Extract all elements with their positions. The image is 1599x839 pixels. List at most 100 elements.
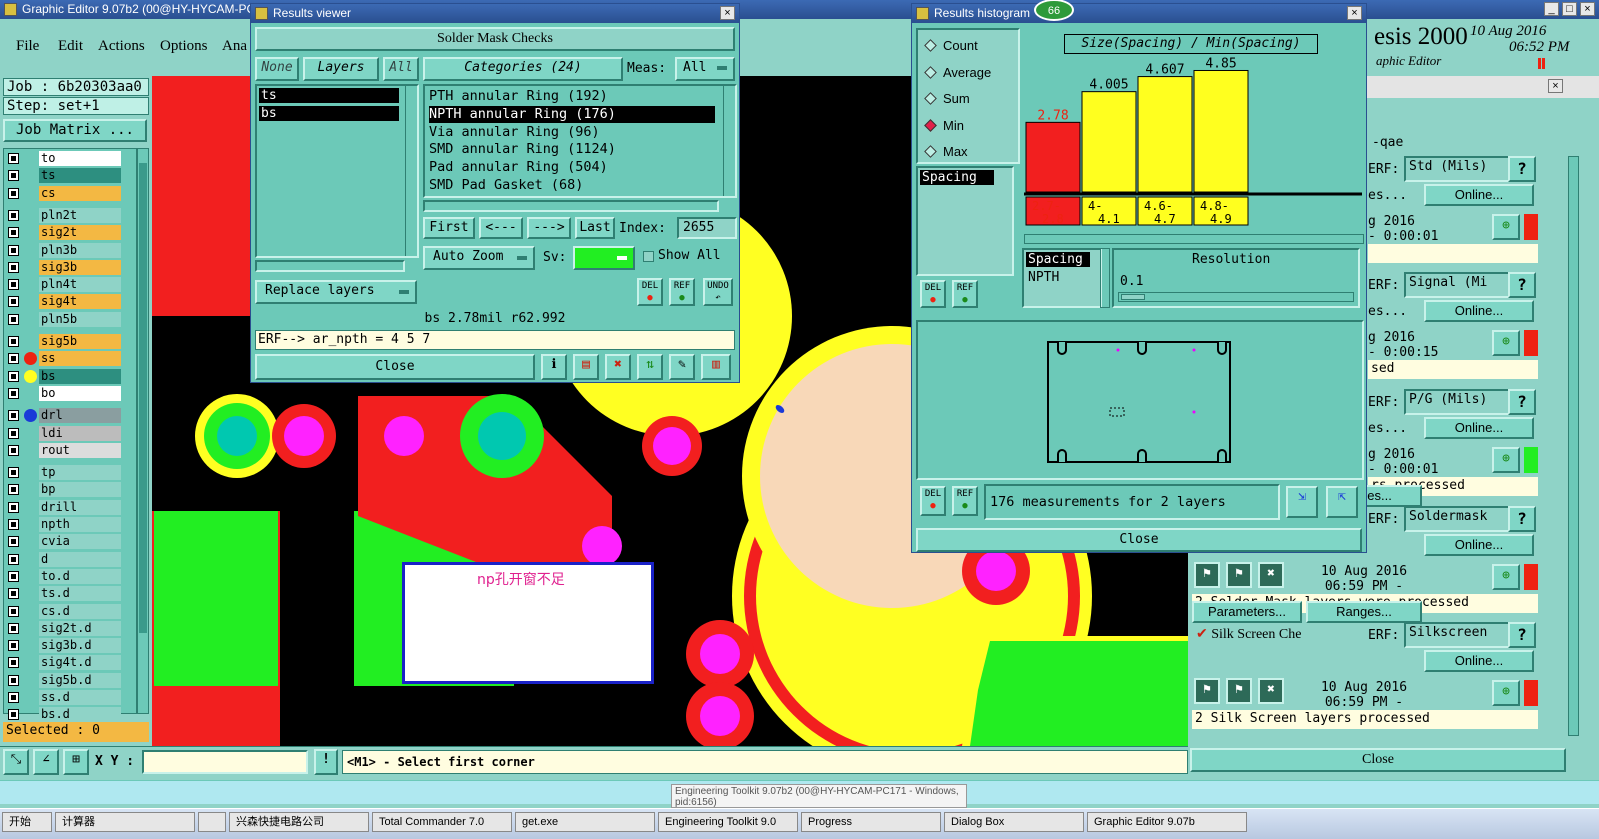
pause-icon[interactable] — [1538, 58, 1545, 69]
replace-layers-dropdown[interactable]: Replace layers — [255, 280, 417, 304]
silk-check-name[interactable]: ✔ Silk Screen Che — [1196, 626, 1301, 643]
layer-row-d[interactable]: d — [6, 551, 122, 567]
layer-row-sig5b.d[interactable]: sig5b.d — [6, 672, 122, 688]
stop-icon[interactable]: ✖ — [1258, 678, 1284, 704]
layer-row-rout[interactable]: rout — [6, 442, 122, 458]
spacing-scrollbar[interactable] — [1100, 248, 1110, 308]
taskbar-item[interactable]: Total Commander 7.0 — [372, 812, 512, 832]
radio-average[interactable]: Average — [924, 65, 991, 80]
online-button[interactable]: Online... — [1424, 300, 1534, 322]
layer-checkbox[interactable] — [8, 484, 19, 496]
none-button[interactable]: None — [255, 57, 299, 81]
spacing-npth-list[interactable]: Spacing NPTH — [1022, 248, 1102, 308]
checkmark-icon[interactable]: ✔ — [1196, 627, 1211, 642]
zoom-result-icon[interactable]: ⊕ — [1492, 680, 1520, 706]
radio-max[interactable]: Max — [924, 144, 968, 159]
alert-button[interactable]: ! — [314, 749, 338, 775]
online-button[interactable]: Online... — [1424, 534, 1534, 556]
spacing-item[interactable]: Spacing — [920, 170, 994, 185]
measure-tool-button[interactable]: ∠ — [33, 749, 59, 775]
layer-row-pln4t[interactable]: pln4t — [6, 277, 122, 293]
layer-checkbox[interactable] — [8, 244, 19, 256]
layer-checkbox[interactable] — [8, 501, 19, 513]
erf-value[interactable]: Silkscreen — [1404, 622, 1516, 648]
layer-checkbox[interactable] — [8, 709, 19, 721]
chart-hscroll[interactable] — [1024, 234, 1364, 244]
slider-thumb[interactable] — [1121, 294, 1145, 300]
layers-scrollbar[interactable] — [405, 86, 417, 256]
maximize-button[interactable]: □ — [1562, 2, 1577, 16]
layer-checkbox[interactable] — [8, 536, 19, 548]
layer-checkbox[interactable] — [8, 519, 19, 530]
close-checklist-button[interactable]: × — [1548, 79, 1563, 93]
auto-zoom-dropdown[interactable]: Auto Zoom — [423, 246, 535, 270]
layer-row-ss[interactable]: ss — [6, 351, 122, 367]
categories-hscroll[interactable] — [423, 200, 719, 212]
layer-checkbox[interactable] — [8, 444, 19, 456]
undo-button[interactable]: UNDO ↶ — [703, 278, 733, 306]
result-layers-list[interactable]: ts bs — [255, 84, 419, 258]
layer-row-sig4t.d[interactable]: sig4t.d — [6, 655, 122, 671]
taskbar-item[interactable]: 兴森快捷电路公司 — [229, 812, 369, 832]
layer-checkbox[interactable] — [8, 570, 19, 582]
zoom-result-icon[interactable]: ⊕ — [1492, 564, 1520, 590]
last-button[interactable]: Last — [575, 217, 615, 239]
category-item[interactable]: Pad annular Ring (504) — [429, 159, 608, 176]
layer-row-drl[interactable]: drl — [6, 408, 122, 424]
all-button[interactable]: All — [383, 57, 419, 81]
category-item[interactable]: SMD Pad Gasket (68) — [429, 177, 583, 194]
parameters-button[interactable]: Parameters... — [1192, 601, 1302, 623]
layer-row-npth[interactable]: npth — [6, 517, 122, 532]
layer-row-pln3b[interactable]: pln3b — [6, 242, 122, 258]
layer-checkbox[interactable] — [8, 296, 19, 308]
layer-checkbox[interactable] — [8, 313, 19, 325]
taskbar-item[interactable]: Engineering Toolkit 9.0 — [658, 812, 798, 832]
online-button[interactable]: Online... — [1424, 184, 1534, 206]
online-button[interactable]: Online... — [1424, 417, 1534, 439]
step-icon[interactable]: ⇅ — [637, 354, 663, 380]
close-checklist-bottom[interactable]: Close — [1190, 748, 1566, 772]
taskbar-item[interactable]: 计算器 — [55, 812, 195, 832]
stop-icon[interactable]: ✖ — [1258, 562, 1284, 588]
report-icon[interactable]: ▤ — [573, 354, 599, 380]
xy-input[interactable] — [142, 750, 308, 774]
radio-sum[interactable]: Sum — [924, 91, 970, 106]
export-icon[interactable]: ⇲ — [1286, 486, 1318, 518]
zoom-result-icon[interactable]: ⊕ — [1492, 330, 1520, 356]
zoom-result-icon[interactable]: ⊕ — [1492, 447, 1520, 473]
layer-list-scrollbar[interactable] — [137, 148, 149, 714]
hist-ref-button[interactable]: REF ● — [952, 280, 978, 308]
help-button[interactable]: ? — [1508, 622, 1536, 648]
erf-value[interactable]: Soldermask — [1404, 506, 1516, 532]
show-all-checkbox[interactable] — [643, 251, 654, 262]
resolution-slider[interactable] — [1118, 292, 1354, 302]
sv-color-dropdown[interactable] — [573, 246, 635, 270]
board-preview[interactable] — [916, 320, 1364, 480]
meas-dropdown[interactable]: All — [675, 57, 735, 81]
close-main-button[interactable]: × — [1580, 2, 1595, 16]
help-button[interactable]: ? — [1508, 272, 1536, 298]
ranges-button[interactable]: Ranges... — [1306, 601, 1422, 623]
category-item[interactable]: NPTH annular Ring (176) — [429, 105, 715, 123]
taskbar-item[interactable]: Graphic Editor 9.07b — [1087, 812, 1247, 832]
online-button[interactable]: Online... — [1424, 650, 1534, 672]
layer-row-drill[interactable]: drill — [6, 499, 122, 515]
layer-checkbox[interactable] — [8, 153, 19, 164]
layer-row-sig3b[interactable]: sig3b — [6, 259, 122, 275]
run-all-icon[interactable]: ⚑ — [1226, 678, 1252, 704]
help-button[interactable]: ? — [1508, 506, 1536, 532]
layer-checkbox[interactable] — [8, 640, 19, 652]
layer-row-bs.d[interactable]: bs.d — [6, 707, 122, 723]
layer-row-to.d[interactable]: to.d — [6, 568, 122, 584]
prev-button[interactable]: <--- — [479, 217, 523, 239]
layer-checkbox[interactable] — [8, 674, 19, 686]
help-button[interactable]: ? — [1508, 389, 1536, 415]
preview-del-button[interactable]: DEL ● — [920, 486, 946, 516]
layer-row-cs.d[interactable]: cs.d — [6, 603, 122, 619]
layer-row-pln5b[interactable]: pln5b — [6, 311, 122, 327]
layer-item-ts[interactable]: ts — [259, 88, 399, 103]
categories-button[interactable]: Categories (24) — [423, 57, 623, 81]
layer-row-pln2t[interactable]: pln2t — [6, 207, 122, 223]
layer-checkbox[interactable] — [8, 279, 19, 291]
taskbar-item[interactable]: get.exe — [515, 812, 655, 832]
